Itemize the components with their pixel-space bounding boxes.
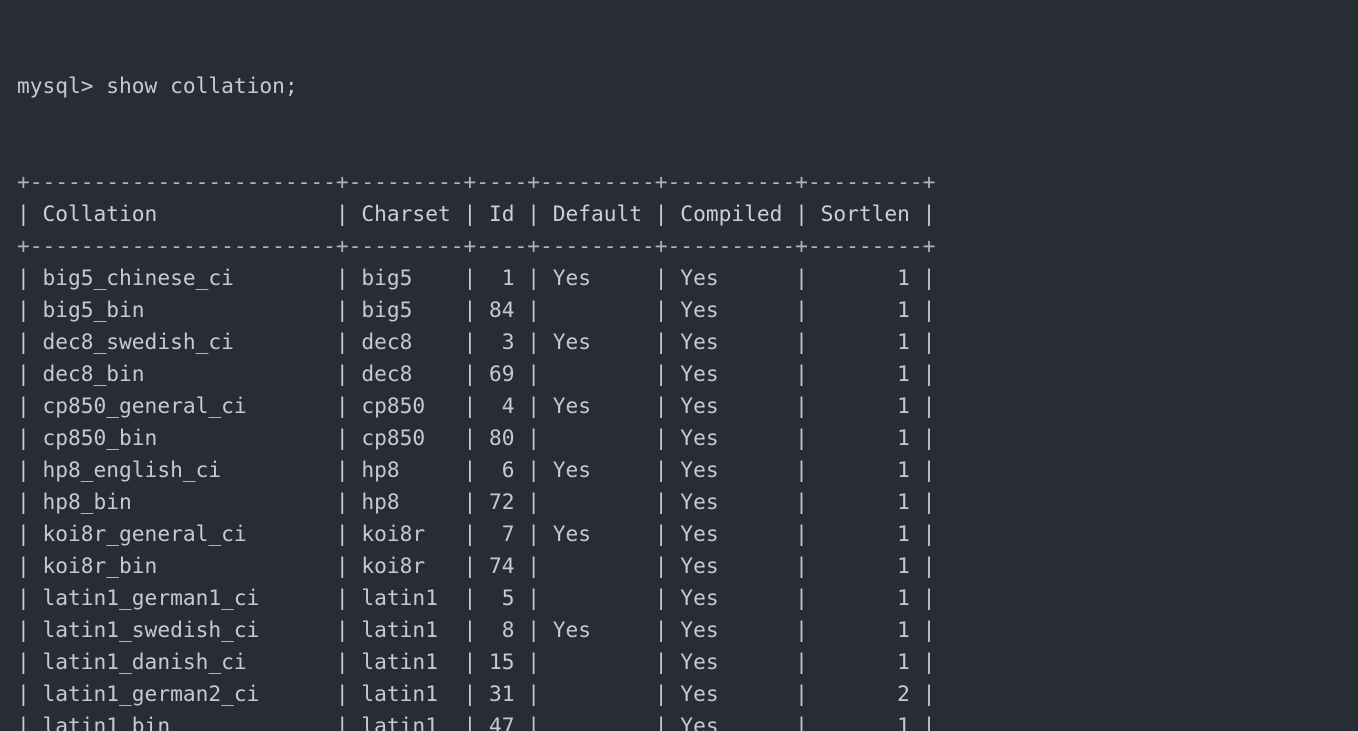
table-row: | big5_chinese_ci | big5 | 1 | Yes | Yes… (17, 265, 936, 290)
table-row: | hp8_bin | hp8 | 72 | | Yes | 1 | (17, 489, 936, 514)
table-header-row: | Collation | Charset | Id | Default | C… (17, 201, 936, 226)
table-row: | big5_bin | big5 | 84 | | Yes | 1 | (17, 297, 936, 322)
table-row: | latin1_bin | latin1 | 47 | | Yes | 1 | (17, 713, 936, 731)
table-top-border: +------------------------+---------+----… (17, 169, 936, 194)
table-row: | koi8r_bin | koi8r | 74 | | Yes | 1 | (17, 553, 936, 578)
table-header-separator: +------------------------+---------+----… (17, 233, 936, 258)
table-row: | latin1_swedish_ci | latin1 | 8 | Yes |… (17, 617, 936, 642)
table-row: | hp8_english_ci | hp8 | 6 | Yes | Yes |… (17, 457, 936, 482)
table-row: | cp850_bin | cp850 | 80 | | Yes | 1 | (17, 425, 936, 450)
table-row: | cp850_general_ci | cp850 | 4 | Yes | Y… (17, 393, 936, 418)
terminal-output[interactable]: mysql> show collation; +----------------… (0, 0, 1358, 731)
table-row: | latin1_german1_ci | latin1 | 5 | | Yes… (17, 585, 936, 610)
table-row: | dec8_bin | dec8 | 69 | | Yes | 1 | (17, 361, 936, 386)
command-prompt-line: mysql> show collation; (17, 73, 298, 98)
table-row: | koi8r_general_ci | koi8r | 7 | Yes | Y… (17, 521, 936, 546)
result-table: +------------------------+---------+----… (17, 166, 1358, 731)
table-row: | latin1_german2_ci | latin1 | 31 | | Ye… (17, 681, 936, 706)
table-row: | latin1_danish_ci | latin1 | 15 | | Yes… (17, 649, 936, 674)
table-row: | dec8_swedish_ci | dec8 | 3 | Yes | Yes… (17, 329, 936, 354)
